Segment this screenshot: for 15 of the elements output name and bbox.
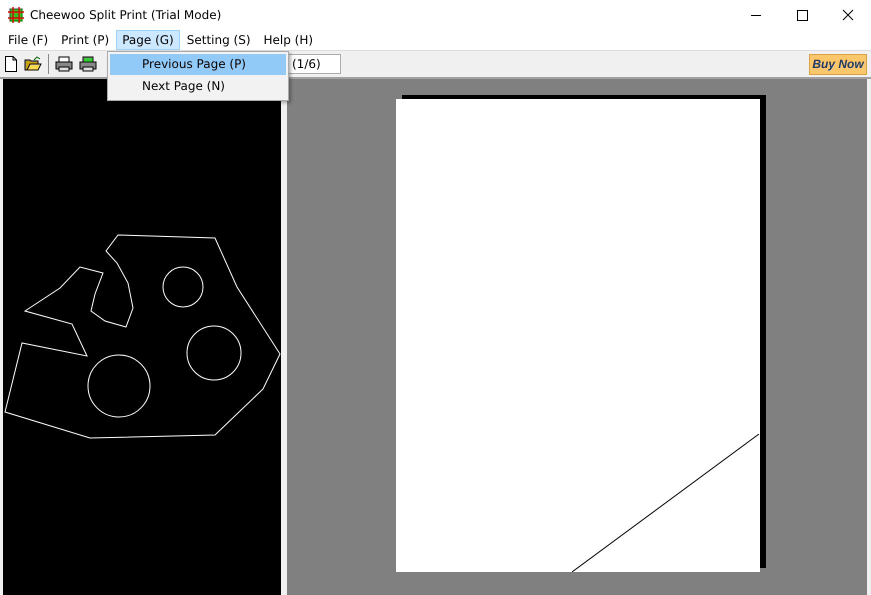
menu-item[interactable]: File (F) — [2, 30, 54, 50]
window-title: Cheewoo Split Print (Trial Mode) — [30, 8, 222, 22]
new-file-icon[interactable] — [4, 56, 18, 72]
folder-icon[interactable] — [24, 56, 42, 72]
menu-item[interactable]: Setting (S) — [180, 30, 256, 50]
printer-icon[interactable] — [79, 56, 97, 72]
dropdown-item[interactable]: Next Page (N) — [110, 76, 286, 97]
menu-item[interactable]: Print (P) — [55, 30, 116, 50]
dropdown-item[interactable]: Previous Page (P) — [110, 54, 286, 75]
printer-icon[interactable] — [55, 56, 73, 72]
app-icon — [8, 7, 24, 23]
buy-now-button[interactable]: Buy Now — [809, 54, 867, 74]
menu-item[interactable]: Page (G) — [116, 30, 180, 50]
page-indicator-field[interactable]: (1/6) — [287, 54, 341, 74]
menu-item[interactable]: Help (H) — [258, 30, 320, 50]
